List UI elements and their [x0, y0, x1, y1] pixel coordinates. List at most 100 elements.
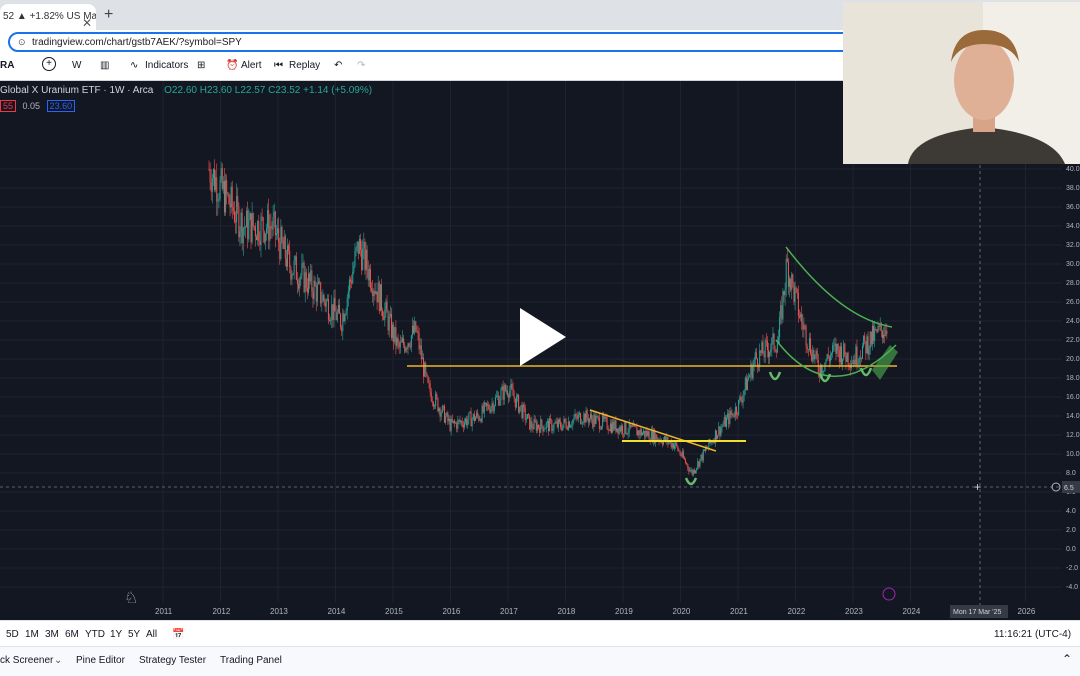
- candle-body: [500, 390, 502, 401]
- candle-body: [491, 403, 493, 407]
- candle-body: [451, 418, 453, 423]
- range-ytd[interactable]: YTD: [85, 629, 105, 640]
- candle-body: [513, 395, 515, 399]
- candle-body: [614, 420, 616, 430]
- range-5y[interactable]: 5Y: [128, 629, 140, 640]
- candle-body: [807, 349, 809, 350]
- chart-type-icon[interactable]: ▥: [100, 60, 109, 71]
- candle-body: [822, 370, 824, 374]
- browser-tab[interactable]: 52 ▲ +1.82% US Macr ✕: [0, 4, 96, 30]
- redo-button[interactable]: ↷: [357, 60, 365, 71]
- clock-display[interactable]: 11:16:21 (UTC-4): [994, 629, 1071, 640]
- candle-body: [534, 419, 536, 422]
- time-axis: 2011 2012 2013 2014 2015 2016 2017 2018 2019 2020…: [155, 607, 1036, 616]
- replay-icon[interactable]: ⏮: [274, 60, 283, 71]
- candle-body: [781, 305, 783, 320]
- range-3m[interactable]: 3M: [45, 629, 59, 640]
- candle-body: [457, 419, 459, 429]
- video-play-icon[interactable]: [520, 308, 566, 366]
- alert-icon[interactable]: ⏰: [226, 60, 238, 71]
- candle-body: [315, 285, 317, 302]
- candle-body: [462, 424, 464, 428]
- replay-button[interactable]: Replay: [289, 60, 320, 71]
- layouts-icon[interactable]: ⊞: [197, 60, 205, 71]
- tab-stock-screener[interactable]: ck Screener: [0, 655, 53, 666]
- chevron-up-icon[interactable]: ⌃: [1062, 652, 1072, 666]
- candle-body: [853, 359, 855, 364]
- range-5d[interactable]: 5D: [6, 629, 19, 640]
- candle-body: [608, 430, 610, 432]
- candle-body: [813, 350, 815, 360]
- candle-body: [287, 245, 289, 267]
- interval-button[interactable]: W: [72, 60, 81, 71]
- candle-body: [332, 304, 334, 321]
- candle-body: [796, 288, 798, 293]
- tab-pine-editor[interactable]: Pine Editor: [76, 655, 125, 666]
- candle-body: [863, 335, 865, 347]
- candle-body: [329, 319, 331, 321]
- candle-body: [837, 343, 839, 350]
- candle-body: [365, 249, 367, 271]
- candle-body: [210, 182, 212, 192]
- candle-body: [212, 169, 214, 179]
- range-all[interactable]: All: [146, 629, 157, 640]
- candle-body: [771, 338, 773, 350]
- candle-body: [325, 300, 327, 307]
- candle-body: [521, 405, 523, 419]
- undo-button[interactable]: ↶: [334, 60, 342, 71]
- y-tick-label: 30.0: [1066, 261, 1080, 268]
- alert-button[interactable]: Alert: [241, 60, 262, 71]
- candle-body: [361, 250, 363, 270]
- site-info-icon[interactable]: ⊙: [18, 37, 26, 48]
- candle-body: [685, 459, 687, 464]
- candle-body: [722, 424, 724, 427]
- candle-body: [397, 338, 399, 343]
- ask-price[interactable]: 23.60: [46, 100, 76, 112]
- candle-body: [740, 397, 742, 401]
- candle-body: [501, 386, 503, 391]
- candle-body: [801, 314, 803, 323]
- candle-body: [336, 312, 338, 321]
- bid-price[interactable]: 55: [0, 100, 17, 112]
- candle-body: [792, 274, 794, 284]
- candle-body: [246, 210, 248, 228]
- candle-body: [261, 216, 263, 218]
- tab-trading-panel[interactable]: Trading Panel: [220, 655, 282, 666]
- candle-body: [729, 410, 731, 424]
- candle-body: [597, 416, 599, 418]
- indicators-icon[interactable]: ∿: [130, 60, 138, 71]
- candle-body: [766, 341, 768, 351]
- candle-body: [752, 365, 754, 379]
- tab-strategy-tester[interactable]: Strategy Tester: [139, 655, 206, 666]
- compare-symbol-icon[interactable]: +: [42, 57, 56, 71]
- close-icon[interactable]: ✕: [82, 10, 92, 30]
- indicators-button[interactable]: Indicators: [145, 60, 188, 71]
- candle-body: [405, 348, 407, 352]
- range-1m[interactable]: 1M: [25, 629, 39, 640]
- candle-body: [294, 256, 296, 261]
- symbol-search[interactable]: RA: [0, 60, 14, 71]
- range-6m[interactable]: 6M: [65, 629, 79, 640]
- new-tab-button[interactable]: +: [104, 6, 113, 24]
- candle-body: [327, 298, 329, 320]
- candle-body: [566, 427, 568, 430]
- range-1y[interactable]: 1Y: [110, 629, 122, 640]
- candle-body: [724, 416, 726, 427]
- candle-body: [505, 390, 507, 392]
- chevron-down-icon[interactable]: ⌄: [54, 655, 62, 666]
- candle-body: [867, 336, 869, 355]
- goto-date-icon[interactable]: 📅: [172, 629, 184, 640]
- candle-body: [277, 228, 279, 234]
- pivot-marker-3: [859, 367, 873, 377]
- candle-body: [620, 425, 622, 432]
- symbol-title[interactable]: Global X Uranium ETF · 1W · Arca: [0, 85, 153, 96]
- candle-body: [524, 407, 526, 420]
- candle-body: [217, 200, 219, 202]
- candle-body: [681, 451, 683, 457]
- candle-body: [340, 313, 342, 328]
- candle-body: [795, 287, 797, 289]
- candle-body: [417, 331, 419, 334]
- candle-body: [776, 343, 778, 353]
- candle-body: [605, 416, 607, 418]
- candle-body: [686, 463, 688, 464]
